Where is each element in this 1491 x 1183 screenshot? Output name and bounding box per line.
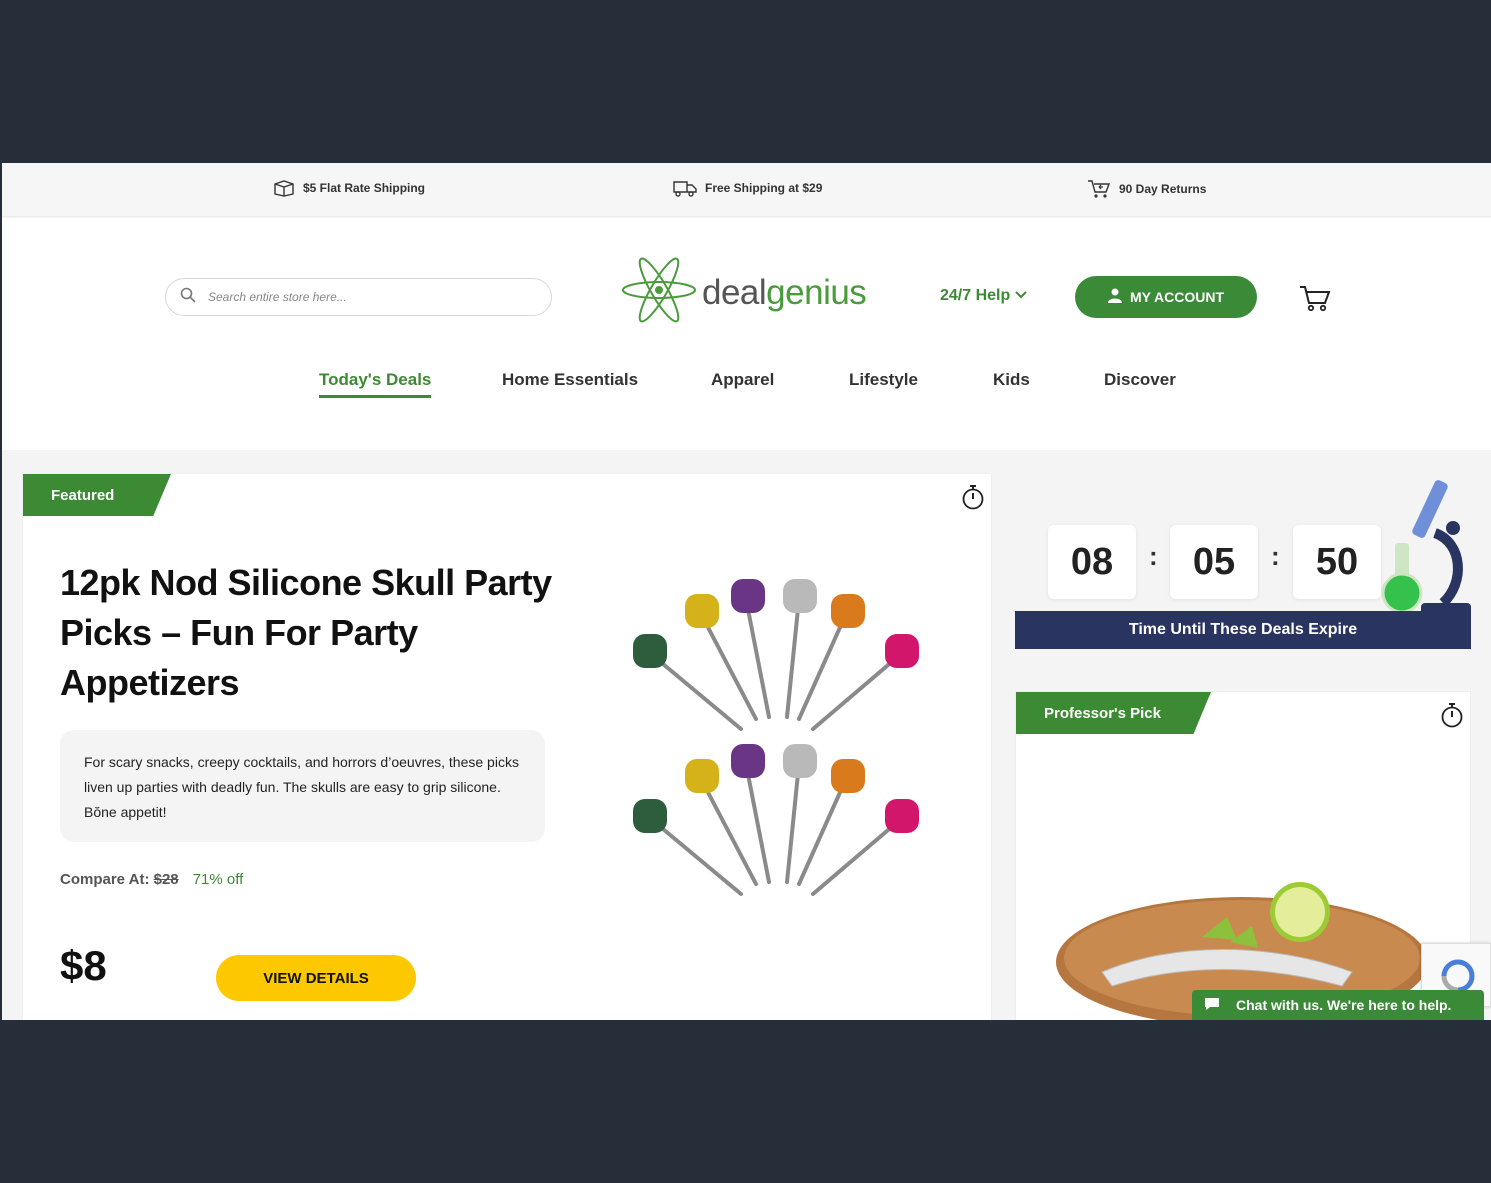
search-bar[interactable] [165,278,552,316]
chat-label: Chat with us. We're here to help. [1236,997,1452,1013]
compare-label: Compare At: [60,871,150,888]
view-details-button[interactable]: VIEW DETAILS [216,955,416,1001]
search-input[interactable] [208,290,508,304]
nav-item-kids[interactable]: Kids [993,370,1030,390]
search-icon[interactable] [180,287,196,308]
help-label: 24/7 Help [940,287,1011,304]
countdown-minutes: 05 [1170,525,1258,599]
cart-icon[interactable] [1299,284,1331,317]
atom-logo-icon [620,254,698,331]
site-header: dealgenius 24/7 Help MY ACCOUNT Today's … [2,218,1491,450]
promo-label: 90 Day Returns [1119,182,1207,196]
nav-item-lifestyle[interactable]: Lifestyle [849,370,918,390]
countdown-separator: : [1149,541,1158,571]
logo-text-deal: deal [702,273,767,312]
microscope-icon [1373,473,1471,628]
promo-label: Free Shipping at $29 [705,181,823,195]
featured-tag: Featured [23,474,171,516]
deal-countdown: 08 : 05 : 50 Time Until These Deals Expi… [1015,473,1471,649]
product-description: For scary snacks, creepy cocktails, and … [60,730,545,842]
discount-badge: 71% off [192,871,244,888]
countdown-separator: : [1271,541,1280,571]
professors-pick-tag: Professor's Pick [1016,692,1211,734]
countdown-seconds: 50 [1293,525,1381,599]
stopwatch-icon [961,484,985,515]
nav-item-apparel[interactable]: Apparel [711,370,774,390]
nav-item-discover[interactable]: Discover [1104,370,1176,390]
stopwatch-icon [1440,702,1464,733]
box-icon [273,179,295,197]
promo-item-flat-rate: $5 Flat Rate Shipping [273,179,425,197]
nav-item-home-essentials[interactable]: Home Essentials [502,370,638,390]
main-nav: Today's Deals Home Essentials Apparel Li… [2,370,1491,410]
countdown-label: Time Until These Deals Expire [1015,611,1471,649]
promo-item-returns: 90 Day Returns [1087,179,1206,199]
promo-bar: $5 Flat Rate Shipping Free Shipping at $… [2,163,1491,217]
return-cart-icon [1087,179,1111,199]
chevron-down-icon [1014,287,1028,305]
featured-deal-card: Featured 12pk Nod Silicone Skull Party P… [22,473,992,1020]
browser-viewport: $5 Flat Rate Shipping Free Shipping at $… [2,163,1491,1020]
promo-label: $5 Flat Rate Shipping [303,181,426,195]
chat-widget-button[interactable]: Chat with us. We're here to help. [1192,990,1484,1020]
compare-price-row: Compare At: $28 71% off [60,871,243,888]
account-label: MY ACCOUNT [1129,289,1225,305]
product-title[interactable]: 12pk Nod Silicone Skull Party Picks – Fu… [60,558,600,708]
my-account-button[interactable]: MY ACCOUNT [1075,276,1257,318]
dealgenius-logo[interactable]: deal genius [620,254,867,331]
user-icon [1107,288,1122,306]
skull-picks-product-image[interactable] [621,569,961,914]
logo-text-genius: genius [766,273,867,312]
compare-price: $28 [153,871,179,888]
chat-bubble-icon [1204,997,1220,1014]
sale-price: $8 [60,942,107,989]
professors-pick-card: Professor's Pick [1015,691,1471,1020]
truck-icon [673,179,697,197]
promo-item-free-shipping: Free Shipping at $29 [673,179,822,197]
help-dropdown[interactable]: 24/7 Help [940,287,1028,305]
nav-item-todays-deals[interactable]: Today's Deals [319,370,432,398]
countdown-hours: 08 [1048,525,1136,599]
